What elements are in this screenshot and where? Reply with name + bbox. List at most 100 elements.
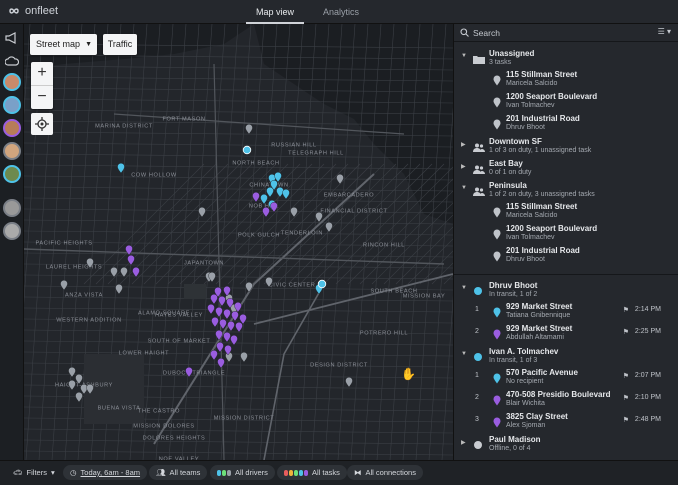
- driver-dot: [473, 349, 483, 367]
- task-order: 1: [475, 372, 479, 379]
- task-row[interactable]: 1 929 Market Street Tatiana Gnibennique …: [454, 300, 678, 322]
- task-group-header[interactable]: ▶ Paul Madison Offline, 0 of 4: [454, 432, 678, 454]
- task-recipient: Blair Wichita: [506, 400, 545, 407]
- task-address: 929 Market Street: [506, 324, 573, 333]
- collapse-arrow-icon[interactable]: ▼: [461, 185, 467, 191]
- map-canvas[interactable]: FORT MASON MARINA DISTRICT RUSSIAN HILL NOR…: [24, 24, 453, 460]
- task-recipient: Dhruv Bhoot: [506, 256, 545, 263]
- task-recipient: Ivan Tolmachev: [506, 234, 555, 241]
- task-group-header[interactable]: ▶ East Bay 0 of 1 on duty: [454, 156, 678, 178]
- group-title: Paul Madison: [489, 435, 541, 444]
- task-row[interactable]: 3 3825 Clay Street Alex Sjoman ⚑ 2:48 PM: [454, 410, 678, 432]
- hand-cursor-icon: ✋: [401, 367, 416, 381]
- list-options-icon[interactable]: ☰ ▾: [658, 27, 671, 36]
- group-title: Unassigned: [489, 49, 535, 58]
- search-input[interactable]: Search: [473, 28, 500, 38]
- task-address: 115 Stillman Street: [506, 70, 578, 79]
- zoom-in-button[interactable]: +: [31, 62, 53, 85]
- task-eta: 2:10 PM: [634, 394, 661, 401]
- drivers-filter-chip[interactable]: All drivers: [210, 465, 275, 480]
- task-recipient: Abdullah Altamami: [506, 334, 564, 341]
- divider: [454, 274, 678, 275]
- onfleet-logo[interactable]: onfleet: [6, 5, 58, 17]
- task-pin-icon: [493, 117, 501, 135]
- group-title: Ivan A. Tolmachev: [489, 347, 559, 356]
- tasks-filter-chip[interactable]: All tasks: [277, 465, 347, 480]
- task-eta: 2:14 PM: [634, 306, 661, 313]
- task-list: ▼ Unassigned 3 tasks 115 Stillman Street…: [454, 46, 678, 454]
- driver-avatar[interactable]: [3, 119, 21, 137]
- group-subtitle: In transit, 1 of 3: [489, 357, 538, 364]
- task-address: 201 Industrial Road: [506, 114, 580, 123]
- traffic-toggle[interactable]: Traffic: [103, 34, 137, 55]
- task-pin-icon: [493, 205, 501, 223]
- megaphone-icon[interactable]: [3, 29, 21, 47]
- task-group-header[interactable]: ▼ Peninsula 1 of 2 on duty, 3 unassigned…: [454, 178, 678, 200]
- left-rail: [0, 24, 24, 460]
- driver-avatar[interactable]: [3, 73, 21, 91]
- cloud-icon[interactable]: [3, 52, 21, 70]
- caret-down-icon: ▼: [85, 41, 92, 48]
- zoom-out-button[interactable]: −: [31, 86, 53, 109]
- connections-label: All connections: [365, 468, 416, 477]
- task-row[interactable]: 2 929 Market Street Abdullah Altamami ⚑ 2…: [454, 322, 678, 344]
- map-style-select[interactable]: Street map ▼: [30, 34, 97, 55]
- date-filter-chip[interactable]: ◷ Today, 6am - 8am: [63, 465, 148, 480]
- driver-avatar[interactable]: [3, 165, 21, 183]
- task-recipient: Tatiana Gnibennique: [506, 312, 571, 319]
- collapse-arrow-icon[interactable]: ▼: [461, 351, 467, 357]
- group-subtitle: 1 of 2 on duty, 3 unassigned tasks: [489, 191, 595, 198]
- search-icon: [460, 28, 469, 37]
- expand-arrow-icon[interactable]: ▶: [461, 141, 466, 148]
- task-row[interactable]: 201 Industrial Road Dhruv Bhoot: [454, 244, 678, 266]
- task-group-header[interactable]: ▶ Downtown SF 1 of 3 on duty, 1 unassign…: [454, 134, 678, 156]
- expand-arrow-icon[interactable]: ▶: [461, 163, 466, 170]
- team-icon: [473, 183, 485, 201]
- tab-map-view[interactable]: Map view: [246, 0, 304, 24]
- connections-filter-chip[interactable]: ⧓ All connections: [347, 465, 423, 480]
- app-name: onfleet: [25, 5, 59, 17]
- task-row[interactable]: 1200 Seaport Boulevard Ivan Tolmachev: [454, 222, 678, 244]
- driver-avatar[interactable]: [3, 142, 21, 160]
- task-address: 1200 Seaport Boulevard: [506, 224, 598, 233]
- task-group-header[interactable]: ▼ Dhruv Bhoot In transit, 1 of 2: [454, 278, 678, 300]
- teams-filter-chip[interactable]: 👥︎ All teams: [149, 465, 208, 480]
- filters-label: Filters: [26, 468, 47, 477]
- task-row[interactable]: 2 470-508 Presidio Boulevard Blair Wichi…: [454, 388, 678, 410]
- task-panel: Search ☰ ▾ ▼ Unassigned 3 tasks 115 Stil…: [453, 24, 678, 460]
- task-row[interactable]: 115 Stillman Street Maricela Salcido: [454, 200, 678, 222]
- expand-arrow-icon[interactable]: ▶: [461, 439, 466, 446]
- task-recipient: Alex Sjoman: [506, 422, 546, 429]
- collapse-arrow-icon[interactable]: ▼: [461, 53, 467, 59]
- task-eta: 2:48 PM: [634, 416, 661, 423]
- tab-analytics[interactable]: Analytics: [312, 0, 370, 24]
- teams-label: All teams: [169, 468, 201, 477]
- task-row[interactable]: 115 Stillman Street Maricela Salcido: [454, 68, 678, 90]
- task-pin-icon: [493, 371, 501, 389]
- task-recipient: Maricela Salcido: [506, 80, 558, 87]
- driver-avatar[interactable]: [3, 222, 21, 240]
- task-row[interactable]: 201 Industrial Road Dhruv Bhoot: [454, 112, 678, 134]
- filters-button[interactable]: 🚗︎ Filters ▾: [6, 465, 62, 480]
- flag-icon: ⚑: [622, 417, 629, 424]
- collapse-arrow-icon[interactable]: ▼: [461, 285, 467, 291]
- search-bar[interactable]: Search ☰ ▾: [454, 24, 678, 42]
- task-group-header[interactable]: ▼ Ivan A. Tolmachev In transit, 1 of 3: [454, 344, 678, 366]
- clock-icon: ◷: [70, 468, 77, 477]
- task-pin-icon: [493, 305, 501, 323]
- locate-button[interactable]: [31, 113, 53, 135]
- task-status-dots-icon: [284, 469, 308, 476]
- filter-bar: 🚗︎ Filters ▾ ◷ Today, 6am - 8am 👥︎ All t…: [0, 460, 678, 485]
- driver-avatar[interactable]: [3, 199, 21, 217]
- task-order: 2: [475, 328, 479, 335]
- team-icon: [473, 139, 485, 157]
- flag-icon: ⚑: [622, 395, 629, 402]
- driver-avatar[interactable]: [3, 96, 21, 114]
- group-title: East Bay: [489, 159, 523, 168]
- task-row[interactable]: 1 570 Pacific Avenue No recipient ⚑ 2:07 …: [454, 366, 678, 388]
- task-pin-icon: [493, 73, 501, 91]
- map-style-label: Street map: [36, 39, 81, 49]
- task-address: 470-508 Presidio Boulevard: [506, 390, 611, 399]
- task-row[interactable]: 1200 Seaport Boulevard Ivan Tolmachev: [454, 90, 678, 112]
- task-group-header[interactable]: ▼ Unassigned 3 tasks: [454, 46, 678, 68]
